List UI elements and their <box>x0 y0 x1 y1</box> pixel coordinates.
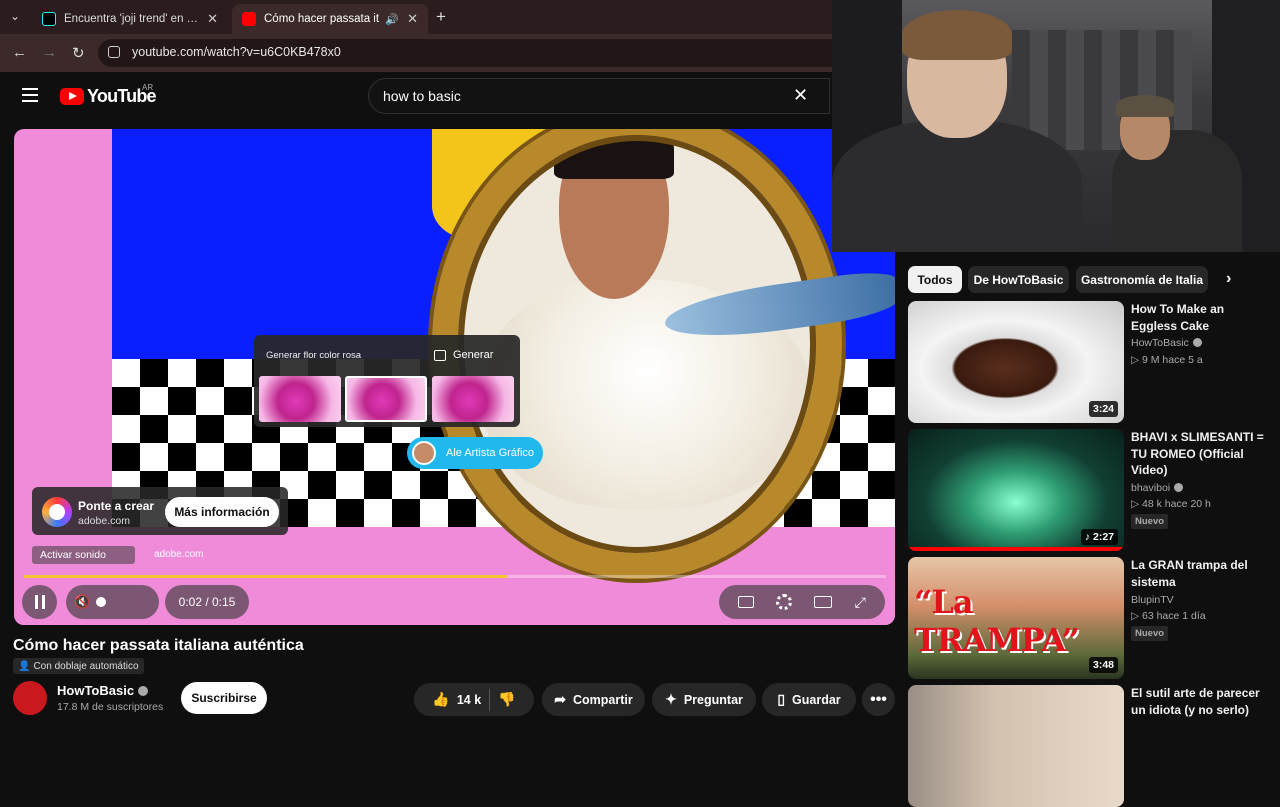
unmute-button[interactable]: Activar sonido <box>32 546 135 564</box>
thumbnail-text: “La TRAMPA” <box>914 583 1080 659</box>
ad-domain-bottom[interactable]: adobe.com <box>154 549 203 560</box>
region-code: AR <box>142 83 154 92</box>
dislike-icon[interactable]: 👎 <box>498 691 515 708</box>
recommendation-item[interactable]: ♪ 2:27 BHAVI x SLIMESANTI = TU ROMEO (Of… <box>908 429 1272 551</box>
subscribe-button[interactable]: Suscribirse <box>181 682 267 714</box>
volume-slider-knob[interactable] <box>96 597 107 607</box>
video-thumbnail[interactable]: ♪ 2:27 <box>908 429 1124 551</box>
rec-meta: ▷ 48 k hace 20 h <box>1131 498 1211 510</box>
dub-icon: 👤 <box>18 660 31 672</box>
webcam-overlay <box>832 0 1280 252</box>
video-thumbnail[interactable]: 3:24 <box>908 301 1124 423</box>
progress-bar[interactable] <box>24 575 886 578</box>
channel-name[interactable]: HowToBasic <box>57 683 149 698</box>
chip-all[interactable]: Todos <box>908 266 962 293</box>
avatar <box>412 441 436 465</box>
tab-title: Encuentra 'joji trend' en TikTok <box>64 13 199 25</box>
back-button[interactable]: ← <box>12 44 27 61</box>
verified-icon <box>138 686 149 696</box>
dub-badge: 👤 Con doblaje automático <box>13 658 144 674</box>
duration-badge: 3:48 <box>1088 657 1118 673</box>
ad-title: Ponte a crear <box>78 499 155 513</box>
search-query[interactable]: how to basic <box>383 88 461 104</box>
speaker-icon[interactable]: 🔊 <box>385 13 399 26</box>
subtitles-icon[interactable] <box>738 596 755 608</box>
ad-more-info-button[interactable]: Más información <box>165 497 279 527</box>
tiktok-icon <box>42 12 56 26</box>
subscriber-count: 17.8 M de suscriptores <box>57 701 164 713</box>
clear-search-icon[interactable]: ✕ <box>793 85 808 106</box>
rec-meta: ▷ 63 hace 1 día <box>1131 610 1206 622</box>
recommendation-item[interactable]: 3:24 How To Make an Eggless Cake HowToBa… <box>908 301 1272 423</box>
rec-title[interactable]: BHAVI x SLIMESANTI = TU ROMEO (Official … <box>1131 429 1271 479</box>
fullscreen-icon[interactable]: ⤢ <box>855 594 866 611</box>
bookmark-icon: ▯ <box>777 691 786 707</box>
channel-avatar[interactable] <box>13 681 47 715</box>
rec-channel[interactable]: BlupinTV <box>1131 594 1174 606</box>
ask-button[interactable]: ✦ Preguntar <box>652 683 756 716</box>
volume-control[interactable]: 🔇 <box>66 585 159 619</box>
youtube-play-icon <box>60 88 84 105</box>
like-dislike-group: 👍 14 k 👎 <box>414 683 534 716</box>
ad-generate-button: Generar <box>430 342 516 368</box>
close-tab-icon[interactable]: ✕ <box>399 11 418 27</box>
ad-prompt-text: Generar flor color rosa <box>266 350 362 361</box>
adobe-cc-icon <box>42 497 72 527</box>
theater-mode-icon[interactable] <box>814 596 833 608</box>
video-thumbnail[interactable] <box>908 685 1124 807</box>
site-info-icon[interactable] <box>108 46 120 58</box>
sparkle-icon: ✦ <box>665 691 677 707</box>
rec-meta: ▷ 9 M hace 5 a <box>1131 354 1203 366</box>
rec-channel[interactable]: bhaviboi <box>1131 482 1184 494</box>
chip-from-channel[interactable]: De HowToBasic <box>968 266 1069 293</box>
video-title: Cómo hacer passata italiana auténtica <box>13 637 304 654</box>
forward-button[interactable]: → <box>42 44 57 61</box>
share-button[interactable]: ➦ Compartir <box>542 683 645 716</box>
muted-speaker-icon[interactable]: 🔇 <box>74 594 90 610</box>
webcam-streamer <box>832 120 1082 252</box>
recommendation-item[interactable]: El sutil arte de parecer un idiota (y no… <box>908 685 1272 807</box>
chevron-right-icon[interactable]: › <box>1226 270 1231 288</box>
time-display: 0:02 / 0:15 <box>165 585 249 619</box>
ad-domain: adobe.com <box>78 515 130 527</box>
video-thumbnail[interactable]: “La TRAMPA” 3:48 <box>908 557 1124 679</box>
tab-tiktok[interactable]: Encuentra 'joji trend' en TikTok ✕ <box>32 4 228 34</box>
generate-icon <box>434 349 446 361</box>
player-right-controls: ⤢ <box>719 585 885 619</box>
tab-youtube[interactable]: Cómo hacer passata italiana 🔊 ✕ <box>232 4 428 34</box>
new-badge: Nuevo <box>1131 626 1169 641</box>
chip-italian-cuisine[interactable]: Gastronomía de Italia <box>1076 266 1208 293</box>
share-icon: ➦ <box>554 691 566 707</box>
settings-gear-icon[interactable] <box>776 594 793 610</box>
ad-flower-thumb <box>345 376 427 422</box>
reload-button[interactable]: ↻ <box>72 44 85 62</box>
save-button[interactable]: ▯ Guardar <box>762 683 856 716</box>
rec-title[interactable]: How To Make an Eggless Cake <box>1131 301 1271 334</box>
tab-title: Cómo hacer passata italiana <box>264 13 380 25</box>
rec-channel[interactable]: HowToBasic <box>1131 337 1202 349</box>
watched-progress <box>908 547 1124 551</box>
verified-icon <box>1174 483 1184 492</box>
recommendation-item[interactable]: “La TRAMPA” 3:48 La GRAN trampa del sist… <box>908 557 1272 679</box>
more-actions-button[interactable]: ••• <box>862 683 895 716</box>
rec-title[interactable]: El sutil arte de parecer un idiota (y no… <box>1131 685 1271 718</box>
ad-artist-chip: Ale Artista Gráfico <box>407 437 543 469</box>
new-tab-button[interactable]: + <box>436 7 446 27</box>
duration-badge: ♪ 2:27 <box>1080 529 1118 545</box>
tab-list-button[interactable]: ⌄ <box>10 9 20 23</box>
progress-fill <box>24 575 507 578</box>
pause-button[interactable] <box>22 585 57 619</box>
youtube-icon <box>242 12 256 26</box>
ad-flower-thumb <box>432 376 514 422</box>
verified-icon <box>1192 338 1202 347</box>
duration-badge: 3:24 <box>1088 401 1118 417</box>
close-tab-icon[interactable]: ✕ <box>199 11 218 27</box>
like-icon[interactable]: 👍 <box>432 691 449 708</box>
url-text: youtube.com/watch?v=u6C0KB478x0 <box>132 45 341 59</box>
like-count[interactable]: 14 k <box>457 693 481 707</box>
rec-title[interactable]: La GRAN trampa del sistema <box>1131 557 1271 590</box>
new-badge: Nuevo <box>1131 514 1169 529</box>
menu-icon[interactable] <box>22 88 38 102</box>
ad-flower-thumb <box>259 376 341 422</box>
